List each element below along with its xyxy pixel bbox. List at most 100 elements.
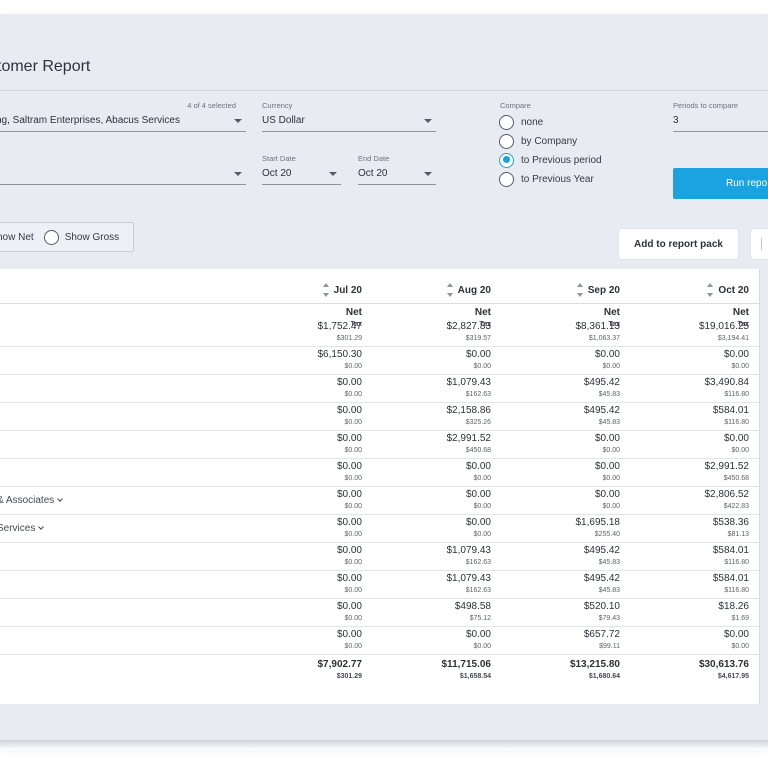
net-value: $495.42 bbox=[583, 573, 620, 584]
table-cell: $2,806.52 $422.83 bbox=[629, 489, 750, 512]
tax-value: $0.00 bbox=[731, 363, 749, 370]
periods-input[interactable]: Periods to compare 3 bbox=[673, 101, 768, 135]
net-value: $495.42 bbox=[583, 405, 620, 416]
net-value: $0.00 bbox=[336, 405, 362, 416]
table-cell: $538.36 $81.13 bbox=[629, 517, 749, 540]
window-shadow bbox=[0, 740, 768, 750]
tax-value: $45.83 bbox=[598, 559, 620, 566]
net-value: $0.00 bbox=[336, 489, 362, 500]
tax-value: $0.00 bbox=[344, 587, 362, 594]
total-cell: $13,215.80 $1,680.64 bbox=[500, 659, 620, 682]
tax-value: $75.12 bbox=[469, 615, 491, 622]
account-select[interactable] bbox=[0, 154, 246, 188]
net-value: $520.10 bbox=[583, 601, 620, 612]
net-value: $657.72 bbox=[583, 629, 620, 640]
table-cell: $495.42 $45.83 bbox=[500, 545, 620, 568]
run-report-button[interactable]: Run repo bbox=[673, 168, 768, 199]
net-value: $0.00 bbox=[336, 433, 362, 444]
compare-option-label: by Company bbox=[521, 135, 578, 147]
table-cell: $0.00 $0.00 bbox=[500, 433, 620, 456]
net-value: $0.00 bbox=[594, 433, 620, 444]
start-date-label: Start Date bbox=[262, 154, 296, 163]
table-cell: $0.00 $0.00 bbox=[371, 517, 491, 540]
table-cell: $0.00 $0.00 bbox=[242, 405, 362, 428]
table-row: $0.00 $0.00 $498.58 $75.12 $520.10 $79.43 $18.… bbox=[0, 599, 760, 627]
net-value: $0.00 bbox=[723, 629, 749, 640]
start-date-value: Oct 20 bbox=[262, 168, 292, 179]
table-row: $0.00 $0.00 $0.00 $0.00 $657.72 $99.11 $0.00 $0… bbox=[0, 627, 760, 655]
table-cell: $495.42 $45.83 bbox=[500, 573, 620, 596]
tax-value: $0.00 bbox=[473, 363, 491, 370]
end-date-label: End Date bbox=[358, 154, 390, 163]
net-value: $0.00 bbox=[465, 461, 491, 472]
net-value: $0.00 bbox=[465, 489, 491, 500]
table-cell: $0.00 $0.00 bbox=[242, 489, 362, 512]
net-value: $0.00 bbox=[465, 629, 491, 640]
compare-previous-year-radio[interactable]: to Previous Year bbox=[499, 171, 594, 187]
add-to-report-pack-button[interactable]: Add to report pack bbox=[619, 229, 738, 259]
secondary-action-button[interactable] bbox=[751, 229, 768, 259]
report-table: Jul 20 Aug 20 Sep 20 Oct 20 Net Net Net … bbox=[0, 269, 760, 704]
net-value: $0.00 bbox=[594, 461, 620, 472]
table-cell: $0.00 $0.00 bbox=[242, 573, 362, 596]
radio-icon bbox=[499, 171, 514, 187]
tax-value: $0.00 bbox=[344, 391, 362, 398]
compare-none-radio[interactable]: none bbox=[499, 114, 543, 130]
table-cell: $0.00 $0.00 bbox=[629, 349, 749, 372]
end-date-select[interactable]: End Date Oct 20 bbox=[358, 154, 436, 188]
end-date-value: Oct 20 bbox=[358, 168, 388, 179]
currency-value: US Dollar bbox=[262, 115, 305, 126]
periods-label: Periods to compare bbox=[673, 101, 739, 110]
row-label[interactable]: Services bbox=[0, 523, 45, 534]
table-row: $0.00 $0.00 $1,079.43 $162.63 $495.42 $45.83 $… bbox=[0, 543, 760, 571]
table-cell: $0.00 $0.00 bbox=[500, 489, 620, 512]
total-cell: $30,613.76 $4,617.95 bbox=[629, 659, 749, 682]
net-value: $1,079.43 bbox=[446, 377, 492, 388]
start-date-select[interactable]: Start Date Oct 20 bbox=[262, 154, 341, 188]
table-row: $0.00 $0.00 $2,991.52 $450.68 $0.00 $0.00 $0.0… bbox=[0, 431, 760, 459]
show-gross-option[interactable]: Show Gross bbox=[65, 232, 119, 243]
compare-by-company-radio[interactable]: by Company bbox=[499, 133, 577, 149]
net-value: $584.01 bbox=[712, 545, 749, 556]
net-value: $0.00 bbox=[336, 629, 362, 640]
table-row: $0.00 $0.00 $1,079.43 $162.63 $495.42 $45.83 $… bbox=[0, 571, 760, 599]
table-cell: $520.10 $79.43 bbox=[500, 601, 620, 624]
tax-value: $1,063.37 bbox=[588, 335, 620, 342]
radio-icon bbox=[499, 114, 514, 130]
total-tax-value: $1,680.64 bbox=[588, 673, 620, 680]
net-value: $0.00 bbox=[336, 601, 362, 612]
net-value: $0.00 bbox=[336, 461, 362, 472]
month-header[interactable]: Sep 20 bbox=[500, 283, 620, 297]
total-tax-value: $4,617.95 bbox=[717, 673, 749, 680]
month-header[interactable]: Jul 20 bbox=[242, 283, 362, 297]
chevron-down-icon bbox=[234, 172, 242, 176]
table-row: $0.00 $0.00 $1,079.43 $162.63 $495.42 $45.83 $… bbox=[0, 375, 760, 403]
compare-previous-period-radio[interactable]: to Previous period bbox=[499, 152, 602, 168]
net-value: $584.01 bbox=[712, 573, 749, 584]
net-value: $8,361.13 bbox=[575, 321, 621, 332]
tax-value: $162.63 bbox=[465, 587, 491, 594]
table-cell: $584.01 $116.80 bbox=[629, 545, 749, 568]
radio-icon[interactable] bbox=[43, 229, 59, 245]
customers-select[interactable]: 4 of 4 selected ng, Saltram Enterprises,… bbox=[0, 101, 246, 135]
row-label[interactable]: & Associates bbox=[0, 495, 64, 506]
net-value: $584.01 bbox=[712, 405, 749, 416]
tax-value: $81.13 bbox=[727, 531, 749, 538]
table-cell: $0.00 $0.00 bbox=[242, 377, 362, 400]
net-value: $1,079.43 bbox=[446, 545, 492, 556]
net-subheader: Net bbox=[345, 307, 362, 318]
tax-value: $3,194.41 bbox=[717, 335, 749, 342]
tax-value: $99.11 bbox=[599, 643, 620, 650]
month-header[interactable]: Oct 20 bbox=[629, 283, 749, 297]
month-header[interactable]: Aug 20 bbox=[371, 283, 491, 297]
show-net-option[interactable]: how Net bbox=[0, 232, 34, 243]
total-net-value: $30,613.76 bbox=[698, 659, 749, 670]
tax-value: $0.00 bbox=[473, 503, 491, 510]
tax-value: $0.00 bbox=[731, 447, 749, 454]
currency-select[interactable]: Currency US Dollar bbox=[262, 101, 436, 135]
total-cell: $11,715.06 $1,658.54 bbox=[371, 659, 492, 682]
net-value: $495.42 bbox=[583, 545, 620, 556]
table-cell: $657.72 $99.11 bbox=[500, 629, 620, 652]
tax-value: $0.00 bbox=[602, 447, 620, 454]
tax-value: $45.83 bbox=[598, 391, 620, 398]
